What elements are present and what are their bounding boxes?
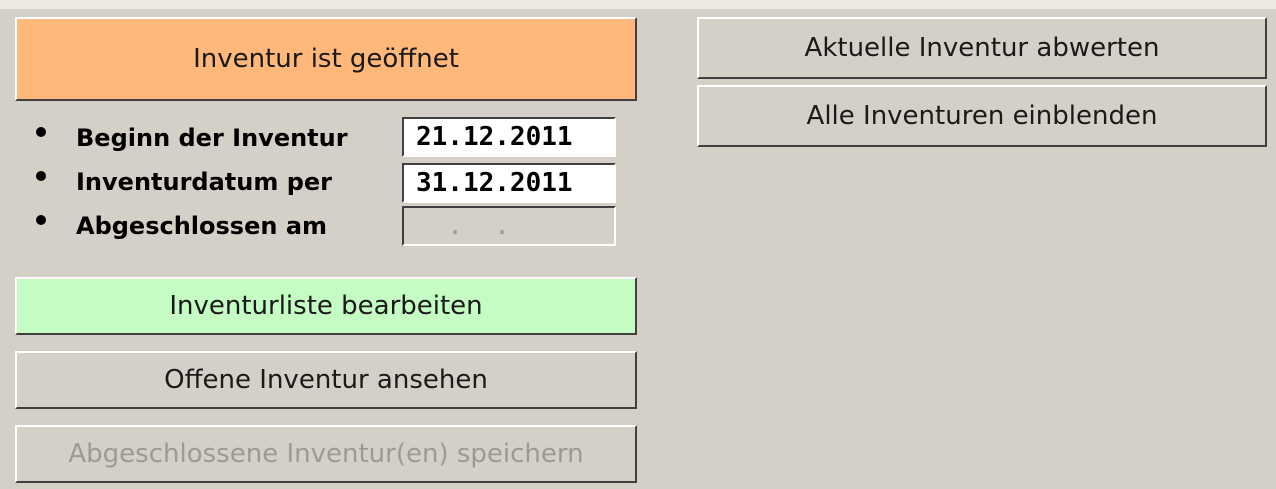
top-divider [0, 0, 1276, 9]
bullet-icon [36, 127, 46, 137]
field-row-date: Inventurdatum per [36, 165, 332, 199]
inventory-date-label: Inventurdatum per [76, 168, 333, 196]
inventory-status-button[interactable]: Inventur ist geöffnet [15, 17, 637, 101]
view-open-inventory-button[interactable]: Offene Inventur ansehen [15, 351, 637, 409]
show-all-inventories-button[interactable]: Alle Inventuren einblenden [697, 85, 1267, 147]
closed-on-label: Abgeschlossen am [76, 212, 328, 240]
field-row-start: Beginn der Inventur [36, 121, 348, 155]
start-date-field[interactable]: 21.12.2011 [402, 117, 616, 157]
inventory-date-field[interactable]: 31.12.2011 [402, 163, 616, 203]
field-row-closed: Abgeschlossen am [36, 209, 327, 243]
bullet-icon [36, 215, 46, 225]
start-date-label: Beginn der Inventur [76, 124, 348, 152]
bullet-icon [36, 171, 46, 181]
devalue-current-inventory-button[interactable]: Aktuelle Inventur abwerten [697, 17, 1267, 79]
closed-on-field: . . [402, 206, 616, 246]
edit-inventory-list-button[interactable]: Inventurliste bearbeiten [15, 277, 637, 335]
save-closed-inventories-button: Abgeschlossene Inventur(en) speichern [15, 425, 637, 483]
